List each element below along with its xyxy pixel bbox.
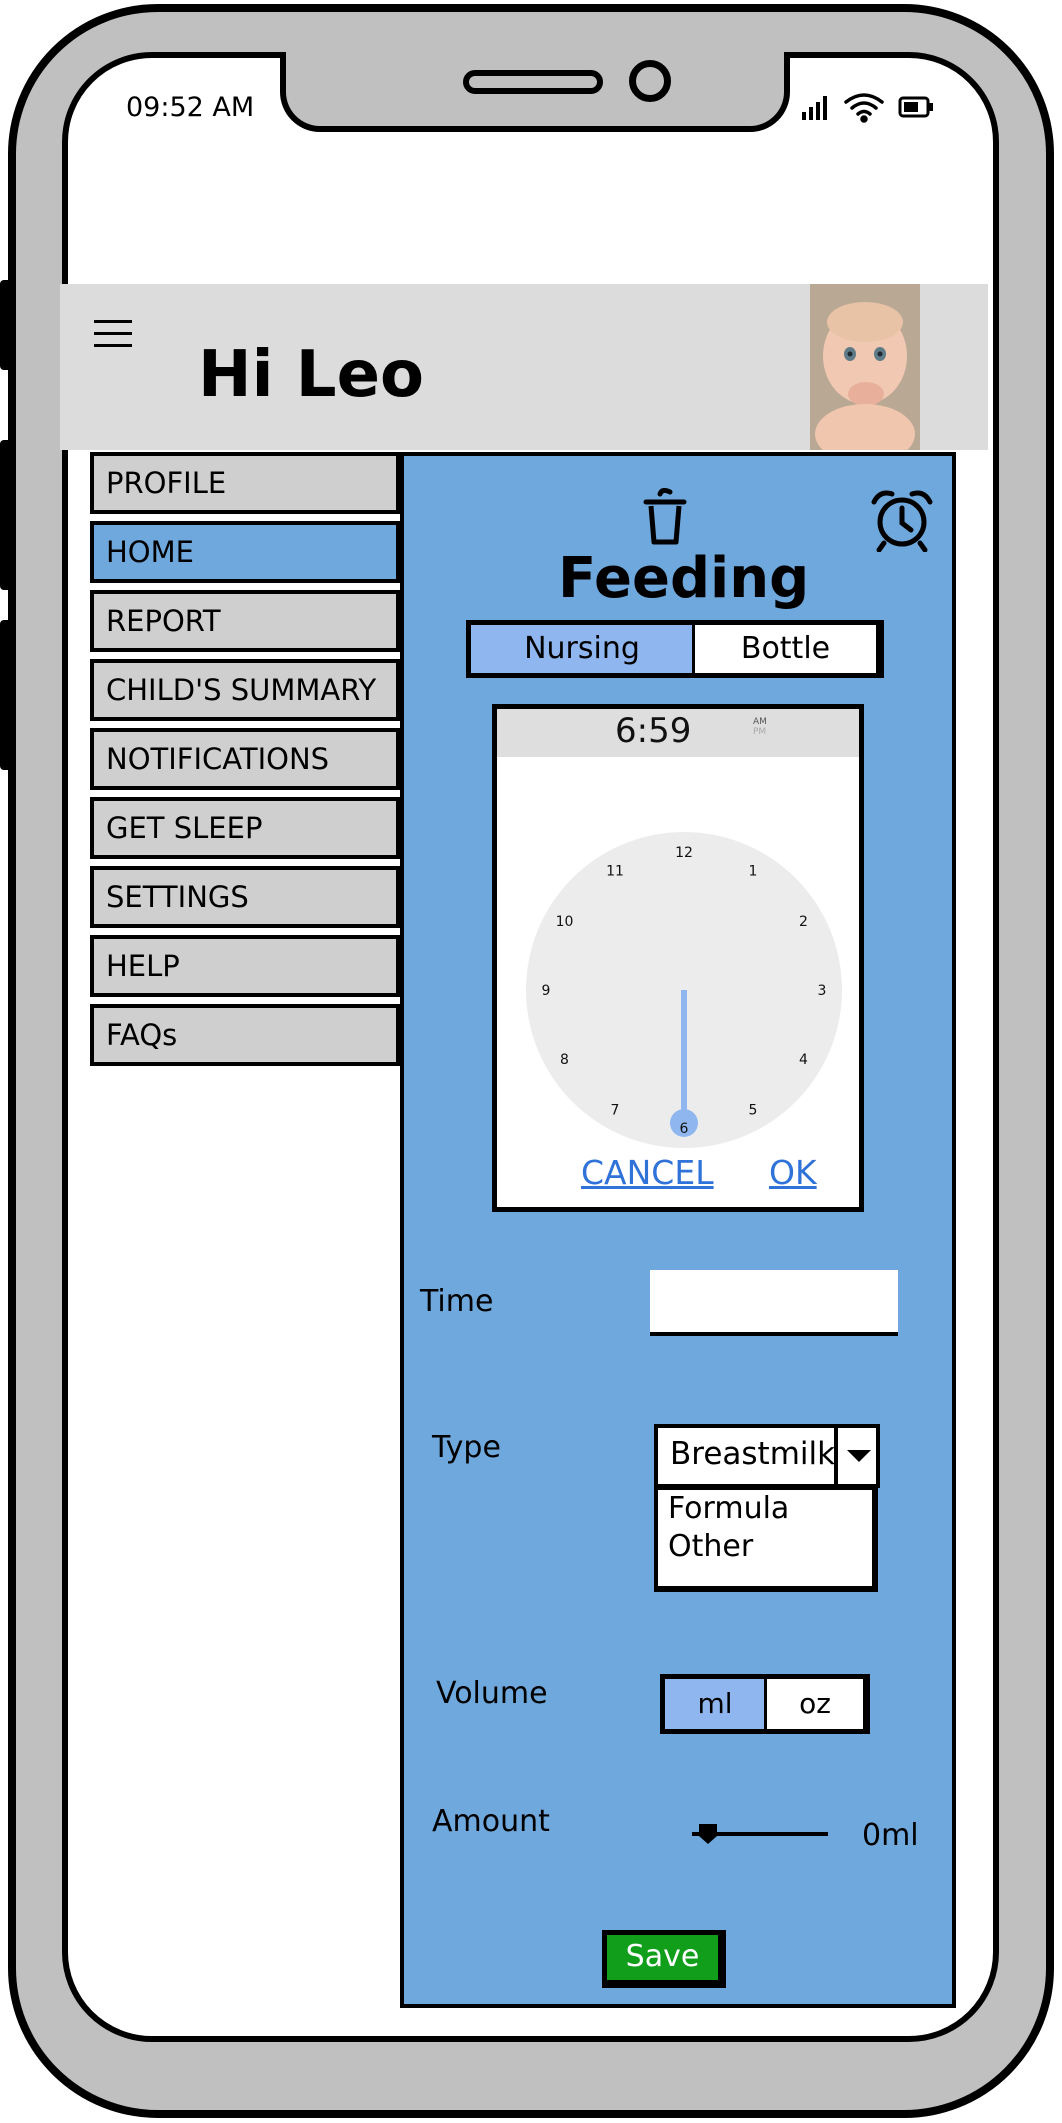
unit-ml-button[interactable]: ml: [660, 1674, 768, 1734]
tab-nursing[interactable]: Nursing: [466, 620, 696, 678]
volume-label: Volume: [436, 1676, 548, 1711]
menu-item-get-sleep[interactable]: GET SLEEP: [90, 797, 402, 859]
dial-number[interactable]: 10: [556, 914, 574, 930]
cancel-button[interactable]: CANCEL: [581, 1153, 714, 1192]
dial-number[interactable]: 12: [675, 845, 693, 861]
chevron-down-icon: [847, 1450, 871, 1462]
status-icons: [802, 93, 933, 123]
menu-icon[interactable]: [94, 320, 132, 352]
dial-number[interactable]: 6: [680, 1121, 689, 1137]
feeding-panel: [400, 452, 956, 2008]
menu-item-help[interactable]: HELP: [90, 935, 402, 997]
clock-dial[interactable]: 121234567891011: [525, 831, 843, 1149]
am-option[interactable]: AM: [753, 717, 767, 727]
dial-number[interactable]: 1: [749, 864, 758, 880]
am-pm-toggle[interactable]: AM PM: [753, 717, 767, 737]
phone-side-button: [0, 620, 14, 770]
trash-icon[interactable]: [640, 488, 690, 548]
status-time: 09:52 AM: [126, 92, 255, 123]
side-menu: PROFILE HOME REPORT CHILD'S SUMMARY NOTI…: [90, 452, 402, 1073]
type-option-other[interactable]: Other: [658, 1528, 872, 1566]
alarm-clock-icon[interactable]: [870, 488, 934, 552]
amount-label: Amount: [432, 1804, 550, 1839]
phone-side-button: [0, 440, 14, 590]
save-button[interactable]: Save: [602, 1930, 726, 1988]
dial-number[interactable]: 7: [611, 1103, 620, 1119]
dial-number[interactable]: 8: [560, 1052, 569, 1068]
type-select[interactable]: Breastmilk: [654, 1424, 880, 1488]
dial-number[interactable]: 4: [799, 1052, 808, 1068]
tab-bottle[interactable]: Bottle: [692, 620, 884, 678]
phone-side-button: [0, 280, 14, 370]
dial-number[interactable]: 9: [542, 983, 551, 999]
menu-item-notifications[interactable]: NOTIFICATIONS: [90, 728, 402, 790]
type-dropdown-button[interactable]: [834, 1424, 880, 1488]
feeding-title: Feeding: [558, 546, 810, 611]
ok-button[interactable]: OK: [769, 1153, 817, 1192]
time-picker-header: 6:59 AM PM: [497, 709, 859, 757]
dial-number[interactable]: 3: [818, 983, 827, 999]
menu-item-profile[interactable]: PROFILE: [90, 452, 402, 514]
dial-number[interactable]: 2: [799, 914, 808, 930]
greeting-title: Hi Leo: [198, 338, 424, 412]
dial-number[interactable]: 11: [606, 864, 624, 880]
pm-option[interactable]: PM: [753, 727, 767, 737]
menu-item-report[interactable]: REPORT: [90, 590, 402, 652]
time-picker: 6:59 AM PM 12 1 2 3 4 5 6 7 8 9 10 11 CANCEL OK: [492, 704, 864, 1212]
menu-item-childs-summary[interactable]: CHILD'S SUMMARY: [90, 659, 402, 721]
type-selected-value: Breastmilk: [670, 1436, 836, 1472]
dial-number[interactable]: 5: [749, 1103, 758, 1119]
amount-slider[interactable]: [690, 1818, 830, 1848]
battery-icon: [898, 96, 933, 118]
signal-icon: [802, 96, 827, 120]
menu-item-settings[interactable]: SETTINGS: [90, 866, 402, 928]
time-label: Time: [420, 1284, 494, 1319]
baby-photo: [810, 284, 920, 450]
speaker-grille: [463, 70, 603, 94]
type-option-formula[interactable]: Formula: [658, 1490, 872, 1528]
time-field[interactable]: [650, 1270, 898, 1336]
menu-item-home[interactable]: HOME: [90, 521, 402, 583]
amount-value: 0ml: [862, 1818, 919, 1853]
menu-item-faqs[interactable]: FAQs: [90, 1004, 402, 1066]
front-camera: [629, 60, 671, 102]
avatar[interactable]: [810, 284, 920, 450]
type-options-list: Formula Other: [654, 1486, 878, 1592]
unit-oz-button[interactable]: oz: [764, 1674, 870, 1734]
slider-thumb[interactable]: [699, 1824, 717, 1844]
time-picker-display: 6:59: [615, 711, 692, 751]
wifi-icon: [844, 93, 884, 123]
type-label: Type: [432, 1430, 501, 1465]
